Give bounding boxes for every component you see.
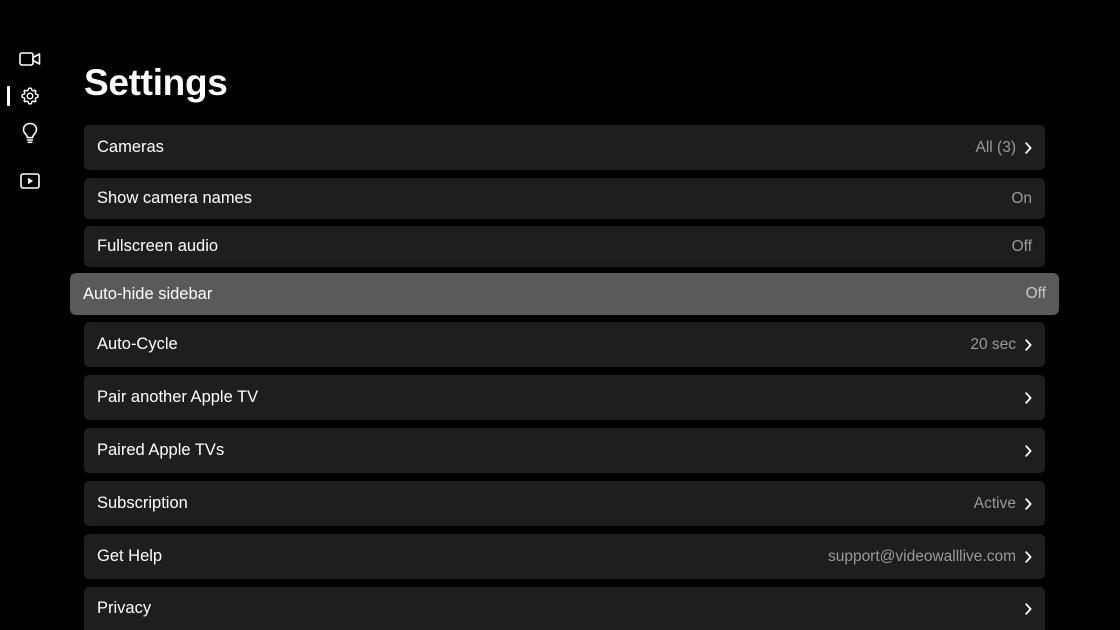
settings-row-get-help[interactable]: Get Help support@videowalllive.com xyxy=(84,534,1045,579)
row-right: 20 sec xyxy=(970,336,1032,354)
settings-row-auto-hide-sidebar[interactable]: Auto-hide sidebar Off xyxy=(70,273,1059,315)
settings-row-paired-apple-tvs[interactable]: Paired Apple TVs xyxy=(84,428,1045,473)
gear-icon[interactable] xyxy=(19,85,41,107)
row-label: Paired Apple TVs xyxy=(97,441,225,459)
settings-row-auto-cycle[interactable]: Auto-Cycle 20 sec xyxy=(84,322,1045,367)
row-right: Active xyxy=(974,495,1032,513)
row-label: Subscription xyxy=(97,494,188,512)
row-value: 20 sec xyxy=(970,335,1016,353)
chevron-right-icon xyxy=(1025,602,1032,615)
row-value: All (3) xyxy=(975,138,1016,156)
chevron-right-icon xyxy=(1025,550,1032,563)
row-right: Off xyxy=(1026,285,1046,303)
settings-row-pair-another-apple-tv[interactable]: Pair another Apple TV xyxy=(84,375,1045,420)
row-label: Fullscreen audio xyxy=(97,237,219,255)
row-value: On xyxy=(1011,189,1032,207)
row-label: Pair another Apple TV xyxy=(97,388,259,406)
row-right xyxy=(1025,444,1032,457)
play-icon[interactable] xyxy=(19,170,41,192)
chevron-right-icon xyxy=(1025,444,1032,457)
row-value: Active xyxy=(973,494,1016,512)
row-value: Off xyxy=(1011,237,1032,255)
chevron-right-icon xyxy=(1025,338,1032,351)
settings-row-cameras[interactable]: Cameras All (3) xyxy=(84,125,1045,170)
row-label: Get Help xyxy=(97,547,163,565)
row-value: Off xyxy=(1025,285,1046,302)
row-right: support@videowalllive.com xyxy=(828,548,1032,566)
settings-row-subscription[interactable]: Subscription Active xyxy=(84,481,1045,526)
settings-row-show-camera-names[interactable]: Show camera names On xyxy=(84,178,1045,219)
chevron-right-icon xyxy=(1025,391,1032,404)
row-label: Auto-hide sidebar xyxy=(83,284,213,303)
row-right xyxy=(1025,391,1032,404)
chevron-right-icon xyxy=(1025,497,1032,510)
page-title: Settings xyxy=(84,62,228,103)
row-value: support@videowalllive.com xyxy=(827,547,1016,565)
sidebar xyxy=(0,0,60,630)
lightbulb-icon[interactable] xyxy=(19,122,41,144)
chevron-right-icon xyxy=(1025,141,1032,154)
row-label: Privacy xyxy=(97,599,152,617)
row-label: Show camera names xyxy=(97,189,252,207)
row-label: Auto-Cycle xyxy=(97,335,178,353)
row-right xyxy=(1025,602,1032,615)
row-right: Off xyxy=(1012,238,1032,256)
row-label: Cameras xyxy=(97,138,164,156)
settings-row-fullscreen-audio[interactable]: Fullscreen audio Off xyxy=(84,226,1045,267)
video-camera-icon[interactable] xyxy=(19,48,41,70)
row-right: All (3) xyxy=(976,139,1032,157)
row-right: On xyxy=(1011,190,1032,208)
sidebar-selection-indicator xyxy=(7,86,10,106)
settings-row-privacy[interactable]: Privacy xyxy=(84,587,1045,630)
